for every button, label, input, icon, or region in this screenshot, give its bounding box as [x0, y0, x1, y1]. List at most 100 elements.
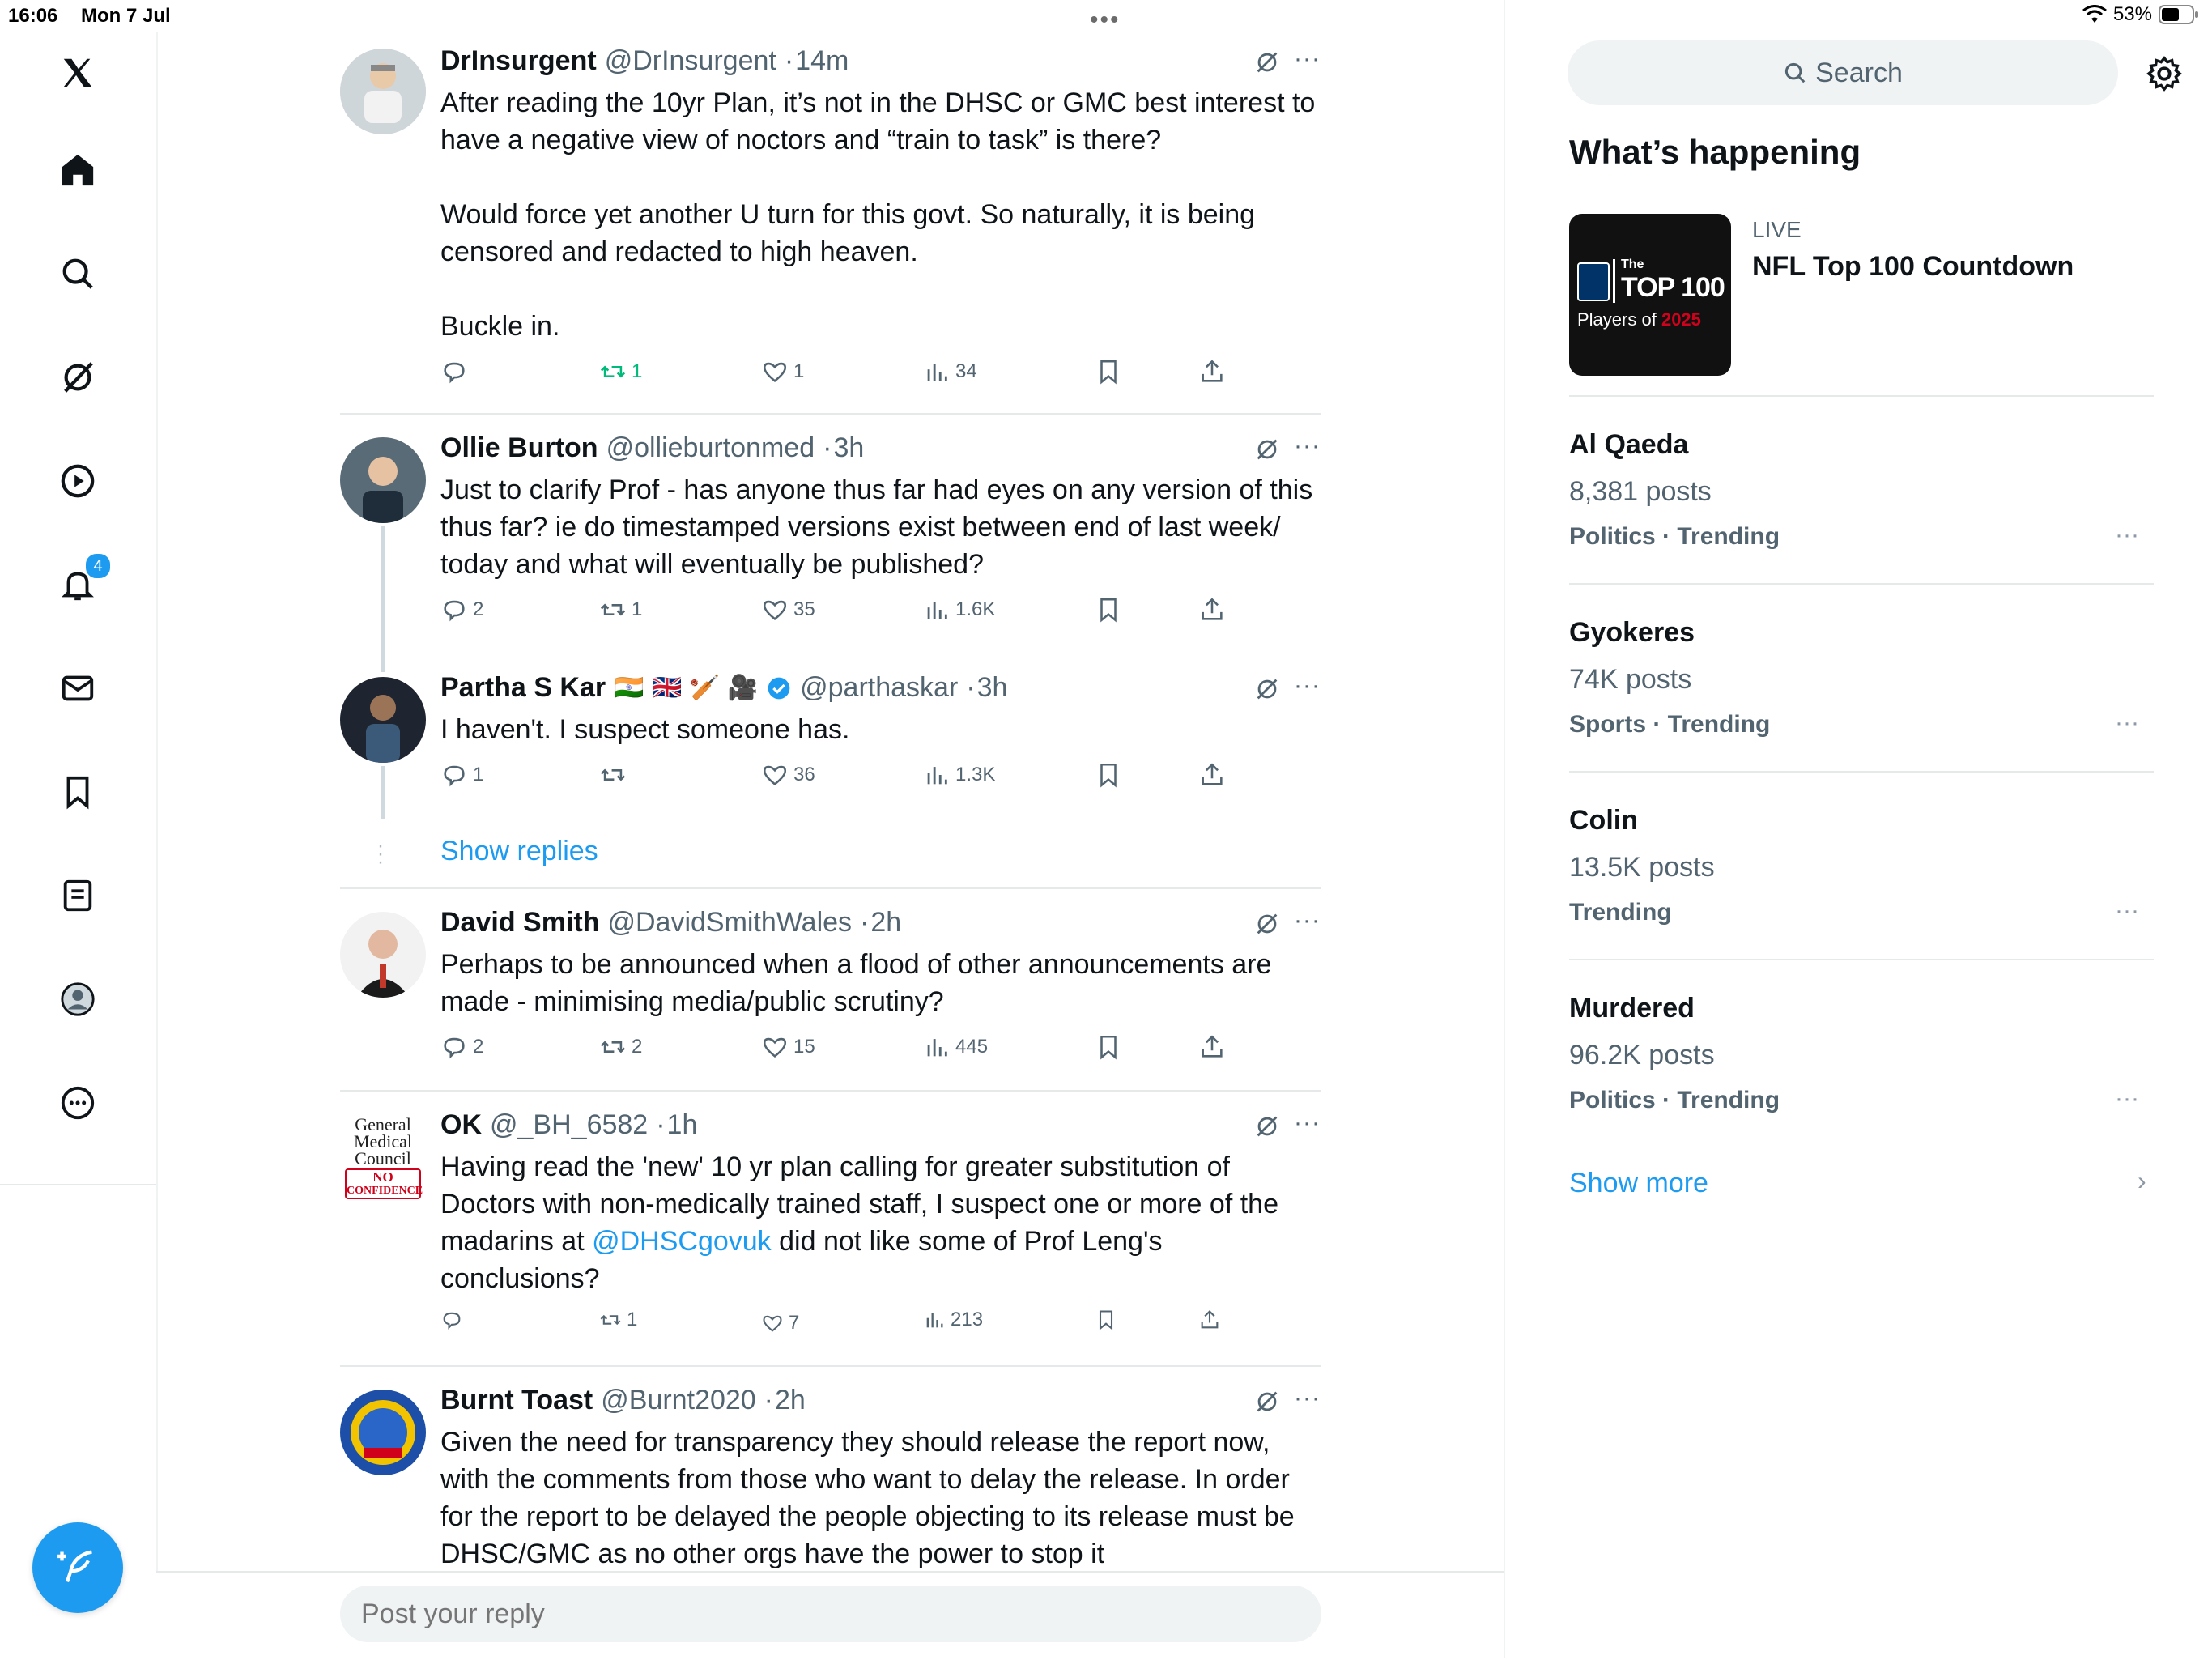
- video-icon[interactable]: [52, 455, 104, 507]
- home-icon[interactable]: [52, 144, 104, 196]
- trend-item[interactable]: Al Qaeda 8,381 posts Politics · Trending…: [1569, 429, 2154, 591]
- mention-link[interactable]: @DHSCgovuk: [592, 1226, 772, 1257]
- author-name[interactable]: Partha S Kar: [440, 672, 606, 704]
- like-button[interactable]: 15: [761, 1033, 815, 1061]
- like-button[interactable]: 1: [761, 358, 804, 385]
- verified-badge-icon: [768, 677, 790, 699]
- like-button[interactable]: 36: [761, 761, 815, 789]
- avatar[interactable]: [340, 49, 426, 134]
- bookmark-icon: [1100, 763, 1117, 788]
- views-button[interactable]: 1.6K: [923, 596, 995, 624]
- avatar[interactable]: [340, 437, 426, 523]
- repost-button[interactable]: [599, 761, 632, 789]
- grok-icon[interactable]: [1253, 1113, 1281, 1140]
- share-button[interactable]: [1198, 1309, 1221, 1331]
- views-button[interactable]: 445: [923, 1033, 988, 1061]
- more-options-icon[interactable]: [52, 1077, 104, 1129]
- reply-button[interactable]: [440, 1309, 468, 1331]
- reply-input[interactable]: [340, 1586, 1321, 1642]
- views-count: 1.3K: [955, 764, 996, 785]
- author-handle[interactable]: @_BH_6582: [490, 1109, 648, 1141]
- author-name[interactable]: DrInsurgent: [440, 45, 597, 77]
- author-name[interactable]: OK: [440, 1109, 482, 1141]
- search-input[interactable]: Search: [1568, 40, 2118, 105]
- reply-icon: [444, 362, 465, 384]
- lists-icon[interactable]: [52, 870, 104, 922]
- tweet-actions: 1 1 34: [440, 358, 1250, 394]
- reply-button[interactable]: 2: [440, 1033, 483, 1061]
- more-icon[interactable]: ···: [1294, 907, 1321, 934]
- bookmark-button[interactable]: [1095, 596, 1122, 624]
- grok-icon[interactable]: [1253, 675, 1281, 703]
- share-button[interactable]: [1198, 596, 1226, 624]
- more-icon[interactable]: ···: [1294, 1109, 1321, 1137]
- tweet-text: Just to clarify Prof - has anyone thus f…: [440, 475, 1321, 580]
- bookmarks-icon[interactable]: [52, 766, 104, 818]
- grok-icon[interactable]: [1253, 910, 1281, 938]
- avatar[interactable]: [340, 677, 426, 763]
- repost-button[interactable]: 1: [599, 1309, 637, 1331]
- more-icon[interactable]: ···: [1294, 672, 1321, 700]
- profile-icon[interactable]: [52, 973, 104, 1025]
- share-button[interactable]: [1198, 1033, 1226, 1061]
- views-button[interactable]: 1.3K: [923, 761, 995, 789]
- avatar[interactable]: General Medical Council NO CONFIDENCE: [340, 1114, 426, 1200]
- grok-icon[interactable]: [1253, 49, 1281, 76]
- more-icon[interactable]: ···: [2115, 1085, 2139, 1113]
- trend-category: Sports · Trending: [1569, 711, 1771, 738]
- more-icon[interactable]: ···: [2115, 521, 2139, 549]
- compose-button[interactable]: [32, 1522, 123, 1613]
- author-handle[interactable]: @DavidSmithWales: [607, 907, 852, 939]
- trend-item[interactable]: Murdered 96.2K posts Politics · Trending…: [1569, 993, 2154, 1155]
- show-replies-link[interactable]: Show replies: [440, 836, 598, 867]
- repost-button[interactable]: 2: [599, 1033, 642, 1061]
- bookmark-button[interactable]: [1095, 761, 1122, 789]
- avatar[interactable]: [340, 1390, 426, 1475]
- thread-line: [381, 766, 385, 819]
- more-icon[interactable]: ···: [2115, 897, 2139, 925]
- trend-item[interactable]: Gyokeres 74K posts Sports · Trending ···: [1569, 617, 2154, 779]
- grok-icon[interactable]: [1253, 1388, 1281, 1415]
- more-icon[interactable]: ···: [1294, 1385, 1321, 1412]
- author-handle[interactable]: @ollieburtonmed: [606, 432, 815, 464]
- show-more-link[interactable]: Show more: [1569, 1168, 1708, 1199]
- repost-button[interactable]: 1: [599, 596, 642, 624]
- gear-icon[interactable]: [2146, 55, 2183, 92]
- chevron-right-icon[interactable]: ›: [2138, 1166, 2146, 1196]
- author-handle[interactable]: @Burnt2020: [601, 1385, 755, 1416]
- views-button[interactable]: 213: [923, 1309, 983, 1331]
- live-event-card[interactable]: The TOP 100 Players of 2025 LIVE NFL Top…: [1569, 214, 2154, 384]
- repost-icon: [600, 768, 626, 781]
- repost-button[interactable]: 1: [599, 358, 642, 385]
- multitasking-dots-icon[interactable]: •••: [1090, 6, 1121, 34]
- x-logo-icon[interactable]: [52, 47, 104, 99]
- share-button[interactable]: [1198, 358, 1226, 385]
- messages-icon[interactable]: [52, 662, 104, 714]
- like-button[interactable]: 35: [761, 596, 815, 624]
- trend-item[interactable]: Colin 13.5K posts Trending ···: [1569, 805, 2154, 967]
- bookmark-button[interactable]: [1095, 1033, 1122, 1061]
- author-name[interactable]: Ollie Burton: [440, 432, 598, 464]
- more-icon[interactable]: ···: [1294, 45, 1321, 73]
- author-name[interactable]: Burnt Toast: [440, 1385, 593, 1416]
- share-button[interactable]: [1198, 761, 1226, 789]
- reply-button[interactable]: [440, 358, 473, 385]
- avatar[interactable]: [340, 912, 426, 998]
- views-button[interactable]: 34: [923, 358, 977, 385]
- more-icon[interactable]: ···: [2115, 709, 2139, 737]
- author-handle[interactable]: @DrInsurgent: [605, 45, 776, 77]
- bookmark-button[interactable]: [1095, 358, 1122, 385]
- reply-button[interactable]: 1: [440, 761, 483, 789]
- author-name[interactable]: David Smith: [440, 907, 599, 939]
- author-handle[interactable]: @parthaskar: [800, 672, 958, 704]
- notifications-icon[interactable]: 4: [52, 552, 112, 611]
- like-button[interactable]: 7: [761, 1312, 799, 1334]
- reply-button[interactable]: 2: [440, 596, 483, 624]
- search-icon[interactable]: [52, 248, 104, 300]
- grok-icon[interactable]: [52, 351, 104, 403]
- more-icon[interactable]: ···: [1294, 432, 1321, 460]
- views-icon: [926, 1313, 943, 1328]
- bookmark-button[interactable]: [1095, 1309, 1117, 1331]
- grok-icon[interactable]: [1253, 436, 1281, 463]
- views-icon: [927, 767, 947, 785]
